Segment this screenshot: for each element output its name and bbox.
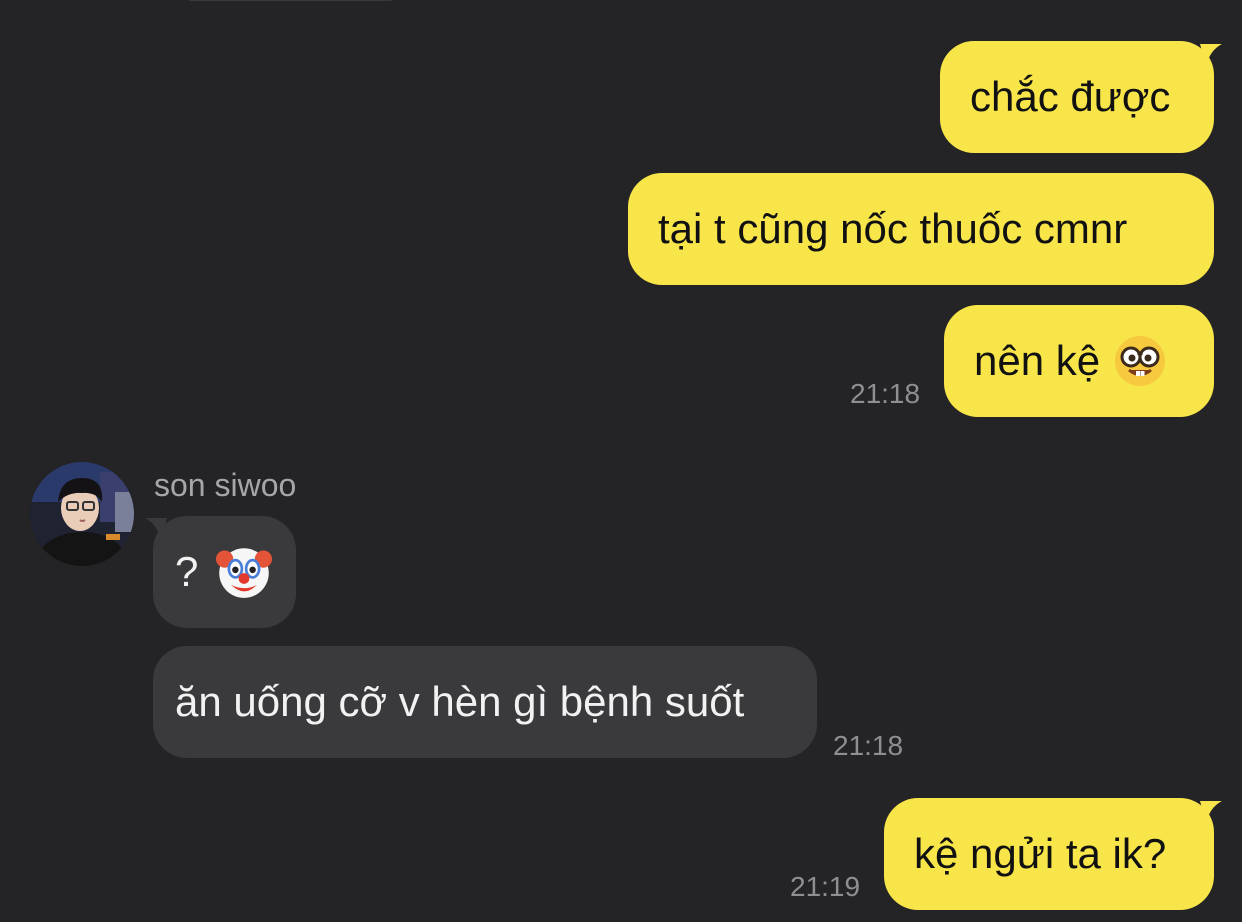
sender-name: son siwoo	[154, 467, 297, 503]
message-text: tại t cũng nốc thuốc cmnr	[658, 205, 1128, 252]
avatar[interactable]	[30, 462, 134, 566]
message-text: kệ ngửi ta ik?	[914, 830, 1167, 877]
bubble-tail	[1200, 44, 1222, 66]
outgoing-message-bubble[interactable]: tại t cũng nốc thuốc cmnr	[628, 173, 1214, 285]
nerd-face-icon	[1115, 336, 1166, 386]
message-text: chắc được	[970, 73, 1171, 120]
message-text: nên kệ	[974, 337, 1101, 384]
message-text: ăn uống cỡ v hèn gì bệnh suốt	[175, 678, 745, 725]
outgoing-message-bubble[interactable]: chắc được	[940, 41, 1214, 153]
outgoing-message-bubble[interactable]: nên kệ	[944, 305, 1214, 417]
message-timestamp: 21:18	[833, 730, 904, 761]
bubble-tail	[1200, 801, 1222, 823]
incoming-message-bubble[interactable]: ăn uống cỡ v hèn gì bệnh suốt	[153, 646, 817, 758]
incoming-message-bubble[interactable]: ?	[153, 516, 296, 628]
avatar-image	[30, 462, 134, 566]
outgoing-message-bubble[interactable]: kệ ngửi ta ik?	[884, 798, 1214, 910]
message-text: ?	[175, 548, 199, 595]
message-timestamp: 21:19	[790, 871, 861, 902]
message-timestamp: 21:18	[850, 378, 921, 409]
clown-face-icon	[216, 548, 273, 598]
previous-message-fragment	[188, 0, 393, 1]
